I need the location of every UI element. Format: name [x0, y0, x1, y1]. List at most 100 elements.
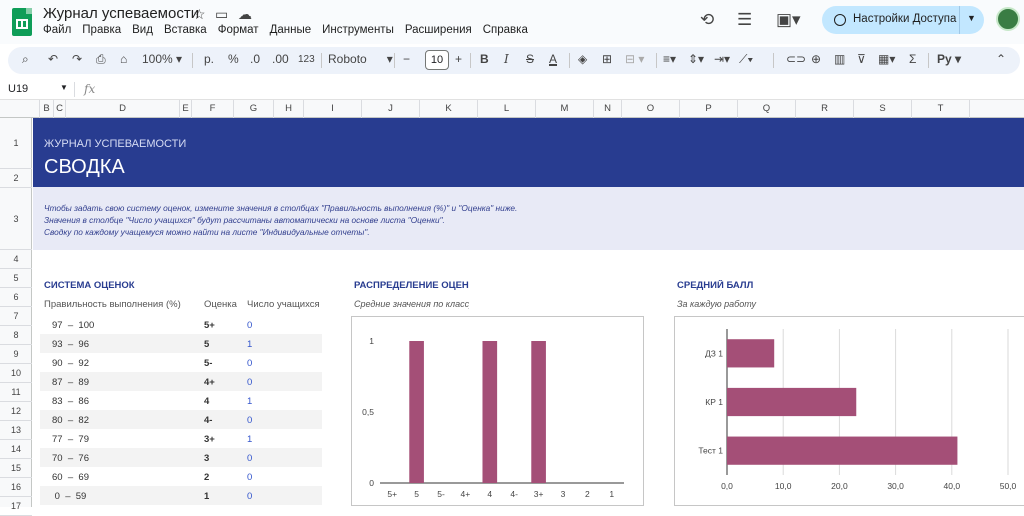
text-color-icon[interactable]: A: [549, 52, 557, 66]
row-header-cell[interactable]: 3: [0, 188, 32, 250]
table-row[interactable]: 77 – 79 3+ 1: [40, 429, 322, 448]
column-header-cell[interactable]: N: [594, 100, 622, 118]
decrease-font-size-icon[interactable]: −: [403, 52, 410, 66]
column-header-cell[interactable]: J: [362, 100, 420, 118]
row-header-cell[interactable]: 7: [0, 307, 32, 326]
bar[interactable]: [531, 341, 546, 483]
decrease-decimal-button[interactable]: .0: [250, 52, 260, 66]
sheets-logo-icon[interactable]: [12, 8, 32, 36]
row-header-cell[interactable]: 11: [0, 383, 32, 402]
functions-icon[interactable]: Σ: [909, 52, 916, 66]
italic-icon[interactable]: I: [504, 52, 509, 66]
column-header-cell[interactable]: E: [180, 100, 192, 118]
row-header-cell[interactable]: 6: [0, 288, 32, 307]
column-header-cell[interactable]: F: [192, 100, 234, 118]
menu-item[interactable]: Справка: [483, 24, 528, 36]
row-header-cell[interactable]: 4: [0, 250, 32, 269]
strikethrough-icon[interactable]: S: [526, 52, 534, 66]
column-header-cell[interactable]: O: [622, 100, 680, 118]
row-header-cell[interactable]: 9: [0, 345, 32, 364]
bar[interactable]: [409, 341, 424, 483]
search-menus-icon[interactable]: ⌕: [22, 52, 29, 67]
row-header-cell[interactable]: 8: [0, 326, 32, 345]
menu-item[interactable]: Вставка: [164, 24, 207, 36]
formula-input[interactable]: [104, 82, 1004, 98]
table-row[interactable]: 83 – 86 4 1: [40, 391, 322, 410]
column-header-cell[interactable]: S: [854, 100, 912, 118]
table-row[interactable]: 60 – 69 2 0: [40, 467, 322, 486]
row-header-cell[interactable]: 1: [0, 118, 32, 169]
column-header-cell[interactable]: I: [304, 100, 362, 118]
undo-icon[interactable]: ↶: [48, 52, 58, 66]
row-header-cell[interactable]: 14: [0, 440, 32, 459]
filter-icon[interactable]: ⊽: [857, 52, 866, 66]
select-all-corner[interactable]: [0, 100, 40, 118]
redo-icon[interactable]: ↷: [72, 52, 82, 66]
menu-item[interactable]: Данные: [270, 24, 312, 36]
input-tools-icon[interactable]: Py ▾: [937, 52, 961, 66]
row-header-cell[interactable]: 2: [0, 169, 32, 188]
column-header-cell[interactable]: M: [536, 100, 594, 118]
menu-item[interactable]: Расширения: [405, 24, 472, 36]
collapse-toolbar-icon[interactable]: ⌃: [996, 52, 1006, 66]
document-title[interactable]: Журнал успеваемости: [43, 5, 199, 22]
paint-format-icon[interactable]: ⌂: [120, 52, 127, 66]
text-rotation-icon[interactable]: ⟋▾: [739, 52, 753, 67]
move-folder-icon[interactable]: ▭: [215, 6, 228, 23]
bar[interactable]: [727, 436, 958, 465]
menu-item[interactable]: Правка: [82, 24, 121, 36]
column-header-cell[interactable]: G: [234, 100, 274, 118]
increase-decimal-button[interactable]: .00: [272, 52, 289, 66]
merge-cells-icon[interactable]: ⊟ ▾: [625, 52, 644, 66]
column-header-cell[interactable]: L: [478, 100, 536, 118]
menu-item[interactable]: Файл: [43, 24, 71, 36]
comments-icon[interactable]: ☰: [737, 10, 752, 30]
row-header-cell[interactable]: 15: [0, 459, 32, 478]
row-header-cell[interactable]: 10: [0, 364, 32, 383]
row-header-cell[interactable]: 16: [0, 478, 32, 497]
distribution-chart[interactable]: 0 0,5 1 5+ 5 5- 4+ 4 4- 3+ 3 2 1: [351, 316, 644, 506]
number-format-button[interactable]: 123: [298, 54, 315, 65]
share-dropdown-icon[interactable]: ▼: [967, 13, 976, 23]
column-header-cell[interactable]: Q: [738, 100, 796, 118]
table-row[interactable]: 87 – 89 4+ 0: [40, 372, 322, 391]
table-row[interactable]: 93 – 96 5 1: [40, 334, 322, 353]
name-box[interactable]: U19: [8, 83, 28, 95]
filter-views-icon[interactable]: ▦▾: [878, 52, 895, 66]
print-icon[interactable]: ⎙: [96, 52, 106, 67]
row-header-cell[interactable]: 13: [0, 421, 32, 440]
version-history-icon[interactable]: ⟲: [700, 10, 714, 30]
vertical-align-icon[interactable]: ⇕▾: [688, 52, 704, 66]
borders-icon[interactable]: ⊞: [602, 52, 612, 66]
percent-format-button[interactable]: %: [228, 52, 239, 66]
average-chart[interactable]: 0,0 10,0 20,0 30,0 40,0 50,0 ДЗ 1 КР 1 Тест 1: [674, 316, 1024, 506]
table-row[interactable]: 80 – 82 4- 0: [40, 410, 322, 429]
table-row[interactable]: 0 – 59 1 0: [40, 486, 322, 505]
row-header-cell[interactable]: 12: [0, 402, 32, 421]
horizontal-align-icon[interactable]: ≡▾: [663, 52, 676, 66]
row-header-cell[interactable]: 5: [0, 269, 32, 288]
fill-color-icon[interactable]: ◈: [578, 52, 587, 66]
column-header-cell[interactable]: K: [420, 100, 478, 118]
font-size-input[interactable]: 10: [425, 50, 449, 70]
table-row[interactable]: 90 – 92 5- 0: [40, 353, 322, 372]
column-header-cell[interactable]: T: [912, 100, 970, 118]
table-row[interactable]: 70 – 76 3 0: [40, 448, 322, 467]
text-wrap-icon[interactable]: ⇥▾: [714, 52, 730, 66]
name-box-dropdown-icon[interactable]: ▼: [60, 83, 68, 92]
column-header-cell[interactable]: H: [274, 100, 304, 118]
share-button[interactable]: Настройки Доступа ▼: [822, 6, 984, 34]
column-header-cell[interactable]: C: [54, 100, 66, 118]
table-row[interactable]: 97 – 100 5+ 0: [40, 315, 322, 334]
bar[interactable]: [482, 341, 498, 483]
column-header-cell[interactable]: D: [66, 100, 180, 118]
zoom-select[interactable]: 100% ▾: [142, 52, 182, 66]
star-icon[interactable]: ☆: [193, 6, 206, 23]
insert-comment-icon[interactable]: ⊕: [811, 52, 821, 66]
bold-icon[interactable]: B: [480, 52, 489, 66]
font-select[interactable]: Roboto ▾: [328, 52, 393, 66]
insert-chart-icon[interactable]: ▥: [834, 52, 845, 66]
cloud-status-icon[interactable]: ☁: [238, 6, 252, 23]
bar[interactable]: [727, 339, 775, 368]
insert-link-icon[interactable]: ⊂⊃: [786, 52, 806, 66]
